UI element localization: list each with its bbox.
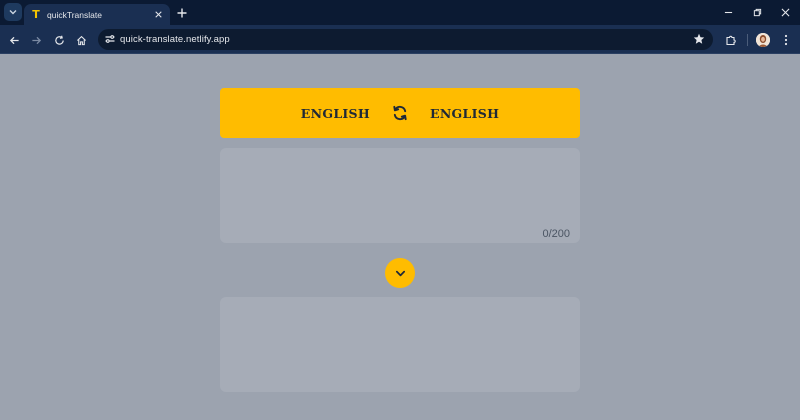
star-icon[interactable]: [693, 33, 705, 45]
reload-icon: [54, 35, 64, 45]
language-bar: ENGLISH ENGLISH: [220, 88, 580, 138]
tab-search-button[interactable]: [4, 3, 22, 21]
forward-button[interactable]: [28, 32, 44, 48]
tab-close-button[interactable]: [152, 9, 164, 21]
back-button[interactable]: [6, 32, 22, 48]
browser-toolbar: quick-translate.netlify.app: [0, 25, 800, 54]
browser-tab-strip: T quickTranslate: [0, 0, 800, 25]
minimize-icon: [724, 11, 732, 13]
tab-title: quickTranslate: [47, 9, 102, 20]
extensions-icon: [726, 35, 736, 46]
home-icon: [76, 35, 86, 45]
character-counter: 0/200: [542, 228, 570, 240]
restore-icon: [753, 8, 761, 16]
home-button[interactable]: [73, 32, 89, 48]
profile-photo-icon: [756, 33, 770, 47]
close-window-icon: [781, 8, 789, 16]
kebab-menu-icon: [784, 34, 788, 46]
browser-tab[interactable]: T quickTranslate: [24, 4, 170, 25]
profile-avatar[interactable]: [756, 33, 770, 47]
forward-arrow-icon: [31, 36, 41, 44]
source-text-input[interactable]: [220, 148, 580, 243]
translate-button[interactable]: [385, 258, 415, 288]
favicon-icon: T: [32, 8, 40, 21]
plus-icon: [177, 8, 187, 18]
site-info-icon[interactable]: [104, 33, 116, 45]
chevron-down-icon: [9, 10, 17, 15]
back-arrow-icon: [9, 36, 19, 44]
target-language-selector[interactable]: ENGLISH: [430, 106, 499, 121]
browser-menu-button[interactable]: [778, 32, 794, 48]
translated-text-output: [220, 297, 580, 392]
new-tab-button[interactable]: [175, 6, 189, 20]
url-text[interactable]: quick-translate.netlify.app: [120, 34, 230, 45]
restore-button[interactable]: [748, 4, 766, 20]
swap-languages-button[interactable]: [391, 104, 409, 122]
address-bar[interactable]: quick-translate.netlify.app: [98, 29, 713, 50]
source-text-panel: 0/200: [220, 148, 580, 243]
chevron-down-icon: [395, 270, 405, 276]
close-icon: [154, 11, 162, 18]
reload-button[interactable]: [51, 32, 67, 48]
extensions-button[interactable]: [723, 32, 739, 48]
toolbar-border: [0, 53, 800, 54]
close-window-button[interactable]: [776, 4, 794, 20]
toolbar-divider: [747, 34, 748, 46]
minimize-button[interactable]: [719, 4, 737, 20]
source-language-selector[interactable]: ENGLISH: [301, 106, 370, 121]
swap-icon: [393, 105, 407, 121]
